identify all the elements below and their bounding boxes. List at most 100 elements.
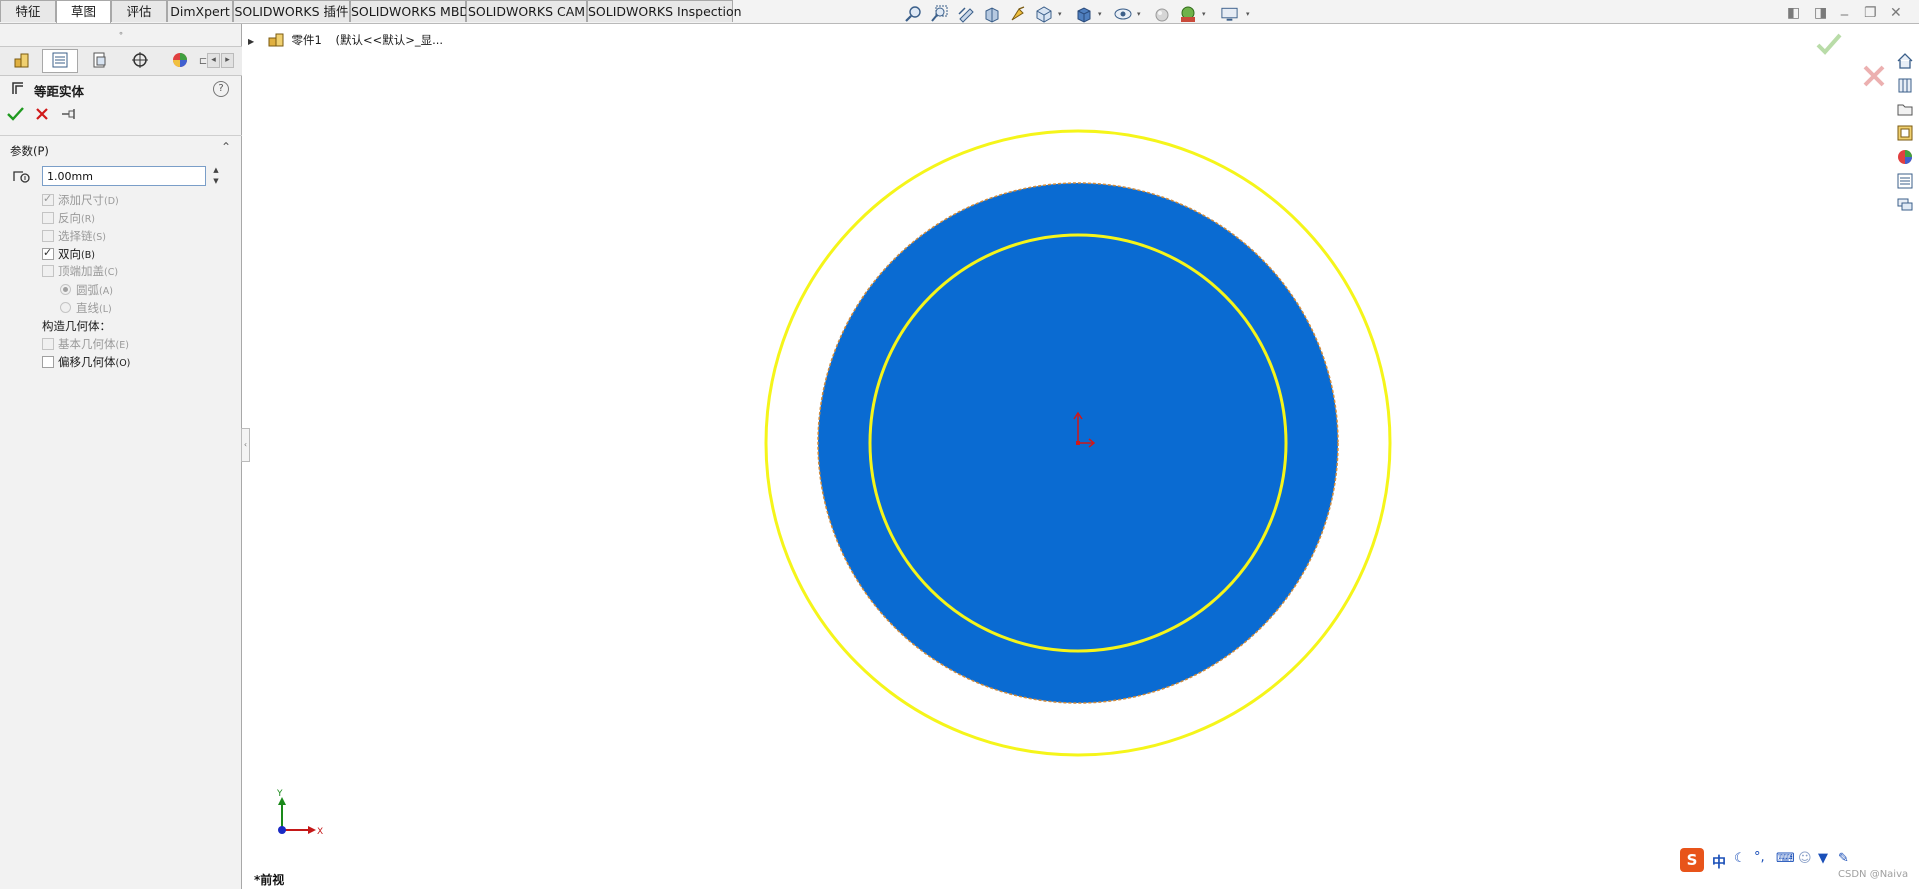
previous-view-icon[interactable] (956, 5, 975, 23)
panel-left-icon[interactable]: ◧ (1787, 6, 1800, 20)
propertymanager-tab[interactable] (42, 49, 78, 73)
section-view-icon[interactable] (982, 5, 1001, 23)
tab-solidworks-cam[interactable]: SOLIDWORKS CAM (466, 0, 587, 22)
panel-collapse-handle[interactable]: ‹ (241, 428, 250, 462)
tab-solidworks-inspection[interactable]: SOLIDWORKS Inspection (587, 0, 742, 22)
watermark: CSDN @Naiva (1838, 869, 1909, 880)
checkmark-icon[interactable] (1816, 32, 1842, 59)
parameters-section-header[interactable]: 参数(P) (10, 143, 49, 159)
part-name: 零件1 (291, 33, 322, 47)
ime-user-icon[interactable]: ☺ (1798, 851, 1812, 866)
reverse-checkbox[interactable] (42, 212, 54, 224)
file-explorer-icon[interactable] (1894, 98, 1916, 119)
ime-keyboard-icon[interactable]: ⌨ (1776, 851, 1795, 866)
cap-ends-label: 顶端加盖(C) (58, 264, 119, 278)
tab-solidworks-addins[interactable]: SOLIDWORKS 插件 (233, 0, 350, 22)
base-geometry-label: 基本几何体(E) (58, 337, 129, 351)
ime-language[interactable]: 中 (1712, 852, 1726, 872)
zoom-to-fit-icon[interactable] (903, 5, 922, 23)
minimize-icon[interactable]: ‒ (1840, 8, 1849, 22)
feature-tree-flyout[interactable]: ▶ 零件1 (默认<<默认>_显... (248, 32, 443, 50)
close-icon[interactable] (1862, 64, 1886, 91)
add-dims-label: 添加尺寸(D) (58, 193, 119, 207)
color-wheel-icon (171, 51, 189, 72)
configurationmanager-tab[interactable] (82, 49, 118, 73)
distance-spin-down-icon[interactable]: ▼ (210, 177, 222, 186)
design-library-icon[interactable] (1894, 74, 1916, 95)
ime-punct-icon[interactable]: °, (1754, 850, 1765, 865)
base-geometry-checkbox[interactable] (42, 338, 54, 350)
part-config: (默认<<默认>_显... (335, 33, 444, 47)
view-orientation-icon[interactable] (1034, 5, 1053, 23)
offset-geometry-checkbox[interactable] (42, 356, 54, 368)
home-icon[interactable] (1894, 50, 1916, 71)
displaymanager-tab[interactable] (162, 49, 198, 73)
offset-geometry-label: 偏移几何体(O) (58, 355, 131, 369)
feature-tree-icon (13, 51, 31, 72)
reverse-label: 反向(R) (58, 211, 96, 225)
panel-grip[interactable]: ⚬ (0, 29, 242, 38)
crosshair-icon (131, 51, 149, 72)
bidirectional-checkbox[interactable]: ✓ (42, 246, 54, 260)
help-icon[interactable]: ? (213, 81, 229, 97)
lines-radio[interactable] (60, 302, 71, 313)
more-tabs-icon: ⊏ (198, 55, 208, 67)
ime-tools-icon[interactable]: ✎ (1838, 851, 1849, 866)
tab-sketch[interactable]: 草图 (56, 0, 111, 23)
sketch-viewport: Y X (276, 129, 1392, 837)
panel-right-icon[interactable]: ◨ (1814, 6, 1827, 20)
tab-dimxpert[interactable]: DimXpert (167, 0, 233, 22)
ime-moon-icon[interactable]: ☾ (1734, 851, 1746, 866)
arcs-radio[interactable] (60, 284, 71, 295)
ok-checkmark-icon (7, 107, 24, 121)
display-style-icon[interactable] (1074, 5, 1093, 23)
expand-arrow-icon[interactable]: ▶ (248, 37, 254, 46)
distance-spin-up-icon[interactable]: ▲ (210, 166, 222, 175)
tab-evaluate[interactable]: 评估 (111, 0, 167, 22)
edit-appearance-icon[interactable] (1152, 5, 1171, 23)
custom-properties-icon[interactable] (1894, 170, 1916, 191)
forum-icon[interactable] (1894, 194, 1916, 215)
triad-axes: Y X (276, 789, 323, 837)
bidirectional-label: 双向(B) (58, 247, 95, 261)
manager-tabs: ⊏ ◂ ▸ (0, 46, 242, 76)
ok-button[interactable] (7, 106, 24, 124)
collapse-section-icon[interactable]: ⌃ (221, 140, 231, 154)
select-chain-checkbox[interactable] (42, 230, 54, 242)
cancel-x-icon (36, 108, 48, 120)
property-manager-panel: ⚬ ⊏ ◂ ▸ 等距实体 ? 参数(P) ⌃ (0, 24, 242, 889)
zoom-to-area-icon[interactable] (929, 5, 948, 23)
triad-x-label: X (317, 827, 323, 837)
cap-ends-checkbox[interactable] (42, 265, 54, 277)
pin-button[interactable] (61, 108, 77, 123)
more-tab[interactable]: ⊏ (198, 49, 208, 73)
apply-scene-icon[interactable] (1178, 5, 1197, 23)
view-palette-icon[interactable] (1894, 122, 1916, 143)
dimxpertmanager-tab[interactable] (122, 49, 158, 73)
tabs-scroll-left-icon[interactable]: ◂ (207, 53, 220, 68)
add-dims-checkbox[interactable]: ✓ (42, 192, 54, 206)
tab-features[interactable]: 特征 (0, 0, 56, 22)
view-settings-icon[interactable] (1220, 5, 1239, 23)
task-pane-tabs (1893, 50, 1917, 222)
cancel-button[interactable] (35, 107, 49, 124)
close-window-icon[interactable]: ✕ (1890, 6, 1902, 20)
view-name-label: *前视 (254, 873, 285, 887)
featuremanager-tab[interactable] (4, 49, 40, 73)
tabs-scroll-right-icon[interactable]: ▸ (221, 53, 234, 68)
ime-logo-icon[interactable]: S (1680, 848, 1704, 872)
lines-label: 直线(L) (76, 301, 112, 315)
ime-skin-icon[interactable]: ▼ (1818, 851, 1828, 866)
offset-distance-input[interactable] (42, 166, 206, 186)
pin-icon (62, 109, 75, 119)
hide-show-items-icon[interactable] (1113, 5, 1132, 23)
appearances-icon[interactable] (1894, 146, 1916, 167)
graphics-area[interactable]: Y X (242, 24, 1919, 889)
dynamic-annotation-icon[interactable] (1008, 5, 1027, 23)
property-list-icon (51, 51, 69, 72)
tab-solidworks-mbd[interactable]: SOLIDWORKS MBD (350, 0, 469, 22)
restore-icon[interactable]: ❐ (1864, 6, 1877, 20)
feature-title: 等距实体 (34, 84, 85, 99)
triad-y-label: Y (276, 789, 283, 799)
offset-distance-icon (11, 166, 31, 187)
